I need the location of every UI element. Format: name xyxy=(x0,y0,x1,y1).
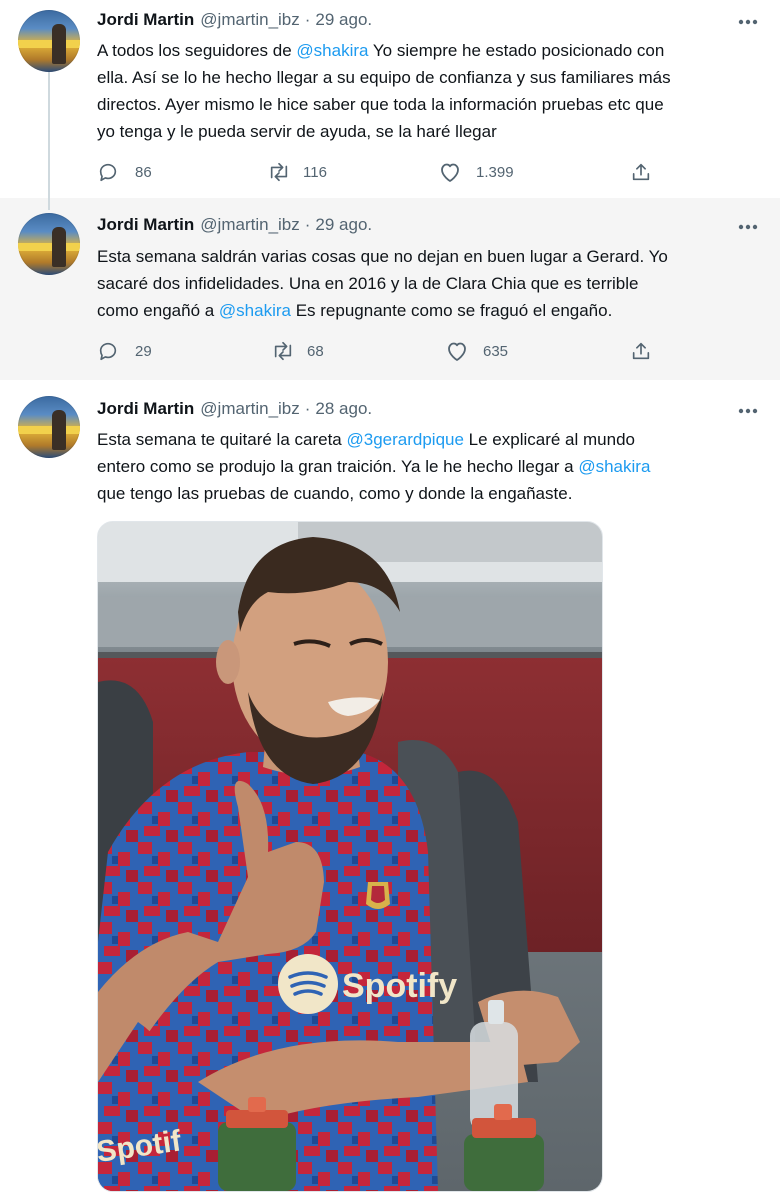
reply-button[interactable]: 29 xyxy=(97,339,152,363)
like-count: 1.399 xyxy=(476,163,514,181)
mention-link[interactable]: @shakira xyxy=(219,301,291,320)
tweet-text-segment: Esta semana saldrán varias cosas que no … xyxy=(97,247,668,266)
tweet-actions: 86 116 1.399 xyxy=(97,160,762,184)
retweet-count: 68 xyxy=(307,342,324,360)
tweet-text-segment: A todos los seguidores de xyxy=(97,41,297,60)
tweet-text-segment: que tengo las pruebas de cuando, como y … xyxy=(97,484,573,503)
photo-illustration: Spotify Spotif xyxy=(98,522,602,1191)
retweet-button[interactable]: 68 xyxy=(271,339,324,363)
tweet-text: Esta semana te quitaré la careta @3gerar… xyxy=(97,426,762,507)
avatar[interactable] xyxy=(18,213,80,275)
tweet-text-segment: Yo siempre he estado posicionado con xyxy=(368,41,665,60)
tweet-text-line: yo tenga y le pueda servir de ayuda, se … xyxy=(97,118,762,145)
more-options-icon[interactable] xyxy=(736,401,760,421)
avatar[interactable] xyxy=(18,396,80,458)
tweet-text-segment: directos. Ayer mismo le hice saber que t… xyxy=(97,95,664,114)
tweet-3[interactable]: Jordi Martin @jmartin_ibz · 28 ago. Esta… xyxy=(0,380,780,1200)
author-handle[interactable]: @jmartin_ibz xyxy=(200,10,299,30)
tweet-text: Esta semana saldrán varias cosas que no … xyxy=(97,243,762,324)
tweet-text-segment: sacaré dos infidelidades. Una en 2016 y … xyxy=(97,274,639,293)
tweet-header: Jordi Martin @jmartin_ibz · 29 ago. xyxy=(97,10,372,34)
tweet-text-line: directos. Ayer mismo le hice saber que t… xyxy=(97,91,762,118)
tweet-text-segment: Es repugnante como se fraguó el engaño. xyxy=(290,301,613,320)
mention-link[interactable]: @shakira xyxy=(296,41,368,60)
retweet-count: 116 xyxy=(303,163,327,181)
thread-line xyxy=(48,72,50,210)
share-button[interactable] xyxy=(630,339,652,363)
share-icon xyxy=(630,340,652,362)
tweet-text-line: sacaré dos infidelidades. Una en 2016 y … xyxy=(97,270,762,297)
tweet-text-segment: ella. Así se lo he hecho llegar a su equ… xyxy=(97,68,671,87)
like-count: 635 xyxy=(483,342,509,360)
tweet-text-line: Esta semana te quitaré la careta @3gerar… xyxy=(97,426,762,453)
tweet-photo[interactable]: Spotify Spotif xyxy=(97,521,603,1192)
reply-icon xyxy=(97,161,119,183)
tweet-text-line: entero como se produjo la gran traición.… xyxy=(97,453,762,480)
reply-count: 86 xyxy=(135,163,152,181)
tweet-date[interactable]: 28 ago. xyxy=(315,399,372,419)
tweet-text-line: que tengo las pruebas de cuando, como y … xyxy=(97,480,762,507)
retweet-icon xyxy=(267,161,291,183)
tweet-text-segment: entero como se produjo la gran traición.… xyxy=(97,457,579,476)
tweet-text-line: A todos los seguidores de @shakira Yo si… xyxy=(97,37,762,64)
heart-icon xyxy=(445,340,469,362)
like-button[interactable]: 1.399 xyxy=(438,160,514,184)
tweet-header: Jordi Martin @jmartin_ibz · 28 ago. xyxy=(97,399,372,423)
heart-icon xyxy=(438,161,462,183)
reply-count: 29 xyxy=(135,342,152,360)
tweet-header: Jordi Martin @jmartin_ibz · 29 ago. xyxy=(97,215,372,239)
tweet-date[interactable]: 29 ago. xyxy=(315,10,372,30)
share-icon xyxy=(630,161,652,183)
more-options-icon[interactable] xyxy=(736,217,760,237)
retweet-button[interactable]: 116 xyxy=(267,160,327,184)
shirt-sponsor-text: Spotify xyxy=(342,967,457,1005)
author-name[interactable]: Jordi Martin xyxy=(97,399,194,419)
reply-button[interactable]: 86 xyxy=(97,160,152,184)
separator-dot: · xyxy=(304,399,311,418)
author-name[interactable]: Jordi Martin xyxy=(97,10,194,30)
separator-dot: · xyxy=(304,215,311,234)
separator-dot: · xyxy=(304,10,311,29)
tweet-text-line: Esta semana saldrán varias cosas que no … xyxy=(97,243,762,270)
reply-icon xyxy=(97,340,119,362)
tweet-1[interactable]: Jordi Martin @jmartin_ibz · 29 ago. A to… xyxy=(0,0,780,210)
tweet-actions: 29 68 635 xyxy=(97,339,762,363)
tweet-text-segment: Esta semana te quitaré la careta xyxy=(97,430,347,449)
tweet-text-segment: como engañó a xyxy=(97,301,219,320)
tweet-date[interactable]: 29 ago. xyxy=(315,215,372,235)
author-handle[interactable]: @jmartin_ibz xyxy=(200,399,299,419)
tweet-2[interactable]: Jordi Martin @jmartin_ibz · 29 ago. Esta… xyxy=(0,198,780,380)
mention-link[interactable]: @3gerardpique xyxy=(346,430,463,449)
author-name[interactable]: Jordi Martin xyxy=(97,215,194,235)
avatar[interactable] xyxy=(18,10,80,72)
mention-link[interactable]: @shakira xyxy=(578,457,650,476)
tweet-text-line: ella. Así se lo he hecho llegar a su equ… xyxy=(97,64,762,91)
more-options-icon[interactable] xyxy=(736,12,760,32)
retweet-icon xyxy=(271,340,295,362)
like-button[interactable]: 635 xyxy=(445,339,508,363)
tweet-text-line: como engañó a @shakira Es repugnante com… xyxy=(97,297,762,324)
tweet-text-segment: Le explicaré al mundo xyxy=(463,430,635,449)
author-handle[interactable]: @jmartin_ibz xyxy=(200,215,299,235)
share-button[interactable] xyxy=(630,160,652,184)
tweet-text: A todos los seguidores de @shakira Yo si… xyxy=(97,37,762,145)
tweet-text-segment: yo tenga y le pueda servir de ayuda, se … xyxy=(97,122,497,141)
